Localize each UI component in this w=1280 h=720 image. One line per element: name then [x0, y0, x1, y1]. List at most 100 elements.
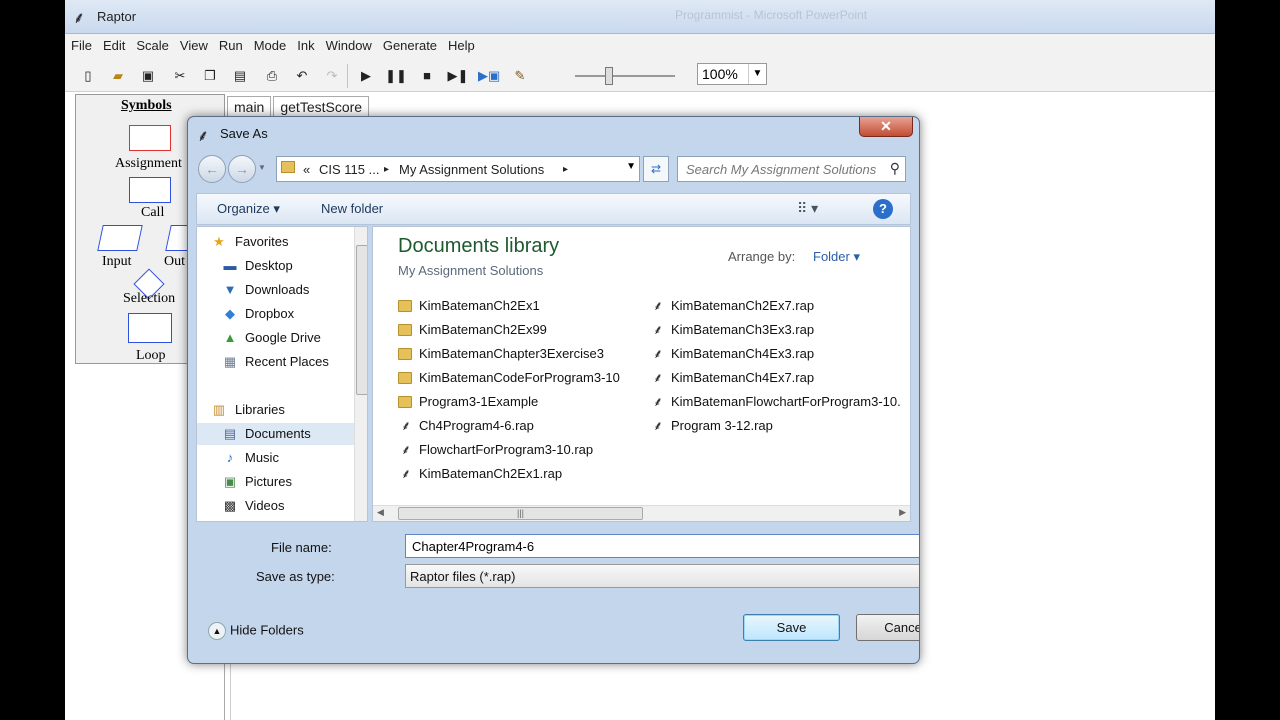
pen-icon[interactable]: ✎	[509, 65, 531, 87]
file-list-item[interactable]: KimBatemanCodeForProgram3-10	[398, 367, 658, 389]
breadcrumb-overflow[interactable]: «	[303, 162, 310, 177]
views-icon[interactable]: ⠿ ▾	[797, 200, 818, 217]
file-list-item[interactable]: ⸙ FlowchartForProgram3-10.rap	[398, 439, 658, 461]
background-window-title: Programmist - Microsoft PowerPoint	[675, 8, 868, 22]
videos-icon: ▩	[223, 498, 237, 513]
paste-icon[interactable]: ▤	[229, 65, 251, 87]
folder-icon	[398, 324, 412, 336]
loop-symbol[interactable]	[128, 313, 172, 343]
file-name: KimBatemanCh2Ex99	[419, 322, 547, 337]
nav-item-downloads[interactable]: ▼ Downloads	[197, 279, 357, 301]
chevron-down-icon[interactable]: ▼	[748, 64, 766, 84]
breadcrumb-separator[interactable]: ▸	[563, 164, 568, 175]
redo-icon[interactable]: ↷	[321, 65, 343, 87]
tab-gettestscore[interactable]: getTestScore	[273, 96, 370, 117]
new-folder-button[interactable]: New folder	[321, 201, 383, 216]
search-input[interactable]: Search My Assignment Solutions ⚲	[677, 156, 906, 182]
screen-border	[1215, 0, 1280, 720]
menu-edit[interactable]: Edit	[97, 34, 130, 53]
step-icon[interactable]: ▶❚	[447, 65, 469, 87]
file-list-item[interactable]: ⸙ KimBatemanCh3Ex3.rap	[650, 319, 905, 341]
nav-item-videos[interactable]: ▩ Videos	[197, 495, 357, 517]
menu-run[interactable]: Run	[213, 34, 248, 53]
file-list-item[interactable]: ⸙ KimBatemanCh4Ex7.rap	[650, 367, 905, 389]
file-list-item[interactable]: ⸙ KimBatemanCh2Ex1.rap	[398, 463, 658, 485]
run-icon[interactable]: ▶	[355, 65, 377, 87]
organize-button[interactable]: Organize ▾	[217, 201, 280, 217]
breadcrumb-my-assignment-solutions[interactable]: My Assignment Solutions	[399, 162, 544, 177]
menu-scale[interactable]: Scale	[130, 34, 174, 53]
tab-main[interactable]: main	[227, 96, 272, 117]
pause-icon[interactable]: ❚❚	[385, 65, 407, 87]
raptor-dialog-icon: ⸙	[197, 128, 210, 145]
file-name-value: Chapter4Program4-6	[412, 539, 535, 554]
menu-mode[interactable]: Mode	[248, 34, 292, 53]
nav-item-pictures[interactable]: ▣ Pictures	[197, 471, 357, 493]
breadcrumb-cis115[interactable]: CIS 115 ...	[319, 162, 379, 177]
menu-file[interactable]: File	[65, 34, 97, 53]
file-list-item[interactable]: KimBatemanChapter3Exercise3	[398, 343, 658, 365]
input-symbol[interactable]	[97, 225, 143, 251]
horizontal-scrollbar[interactable]: ◀ ||| ▶	[373, 505, 910, 521]
call-symbol[interactable]	[129, 177, 171, 203]
open-folder-icon[interactable]: ▰	[107, 65, 129, 87]
file-list-item[interactable]: KimBatemanCh2Ex99	[398, 319, 658, 341]
nav-item-desktop[interactable]: ▬ Desktop	[197, 255, 357, 277]
file-list-item[interactable]: Program3-1Example	[398, 391, 658, 413]
save-button[interactable]: Save	[743, 614, 840, 641]
nav-item-favorites[interactable]: ★ Favorites	[197, 231, 357, 253]
nav-item-libraries[interactable]: ▥ Libraries	[197, 399, 357, 421]
file-list-item[interactable]: ⸙ KimBatemanCh4Ex3.rap	[650, 343, 905, 365]
file-name-input[interactable]: Chapter4Program4-6 ▼	[405, 534, 919, 558]
help-icon[interactable]: ?	[873, 199, 893, 219]
stop-icon[interactable]: ■	[416, 65, 438, 87]
vertical-scrollbar[interactable]	[354, 227, 367, 521]
cut-icon[interactable]: ✂	[169, 65, 191, 87]
menu-ink[interactable]: Ink	[291, 34, 319, 53]
nav-item-recent-places[interactable]: ▦ Recent Places	[197, 351, 357, 373]
zoom-slider[interactable]	[565, 66, 685, 86]
new-file-icon[interactable]: ▯	[77, 65, 99, 87]
menu-window[interactable]: Window	[320, 34, 377, 53]
assignment-label: Assignment	[115, 156, 182, 171]
scroll-right-icon[interactable]: ▶	[899, 507, 906, 518]
assignment-symbol[interactable]	[129, 125, 171, 151]
nav-item-google-drive[interactable]: ▲ Google Drive	[197, 327, 357, 349]
menu-generate[interactable]: Generate	[377, 34, 442, 53]
undo-icon[interactable]: ↶	[291, 65, 313, 87]
scroll-thumb[interactable]: |||	[398, 507, 643, 520]
file-list-item[interactable]: KimBatemanCh2Ex1	[398, 295, 658, 317]
file-list-item[interactable]: ⸙ KimBatemanCh2Ex7.rap	[650, 295, 905, 317]
close-button[interactable]: ✕	[859, 117, 913, 137]
menu-view[interactable]: View	[174, 34, 213, 53]
save-as-type-select[interactable]: Raptor files (*.rap) ▼	[405, 564, 919, 588]
save-disk-icon[interactable]: ▣	[137, 65, 159, 87]
address-bar[interactable]: « CIS 115 ... ▸ My Assignment Solutions …	[276, 156, 640, 182]
forward-arrow-icon[interactable]: →	[228, 155, 256, 183]
print-icon[interactable]: ⎙	[261, 65, 283, 87]
copy-icon[interactable]: ❐	[199, 65, 221, 87]
nav-item-dropbox[interactable]: ◆ Dropbox	[197, 303, 357, 325]
scroll-left-icon[interactable]: ◀	[377, 507, 384, 518]
file-list-item[interactable]: ⸙ Program 3-12.rap	[650, 415, 905, 437]
chevron-down-icon[interactable]: ▼	[626, 161, 636, 172]
raptor-file-icon: ⸙	[653, 370, 663, 385]
back-arrow-icon[interactable]: ←	[198, 155, 226, 183]
folder-icon	[398, 300, 412, 312]
nav-item-music[interactable]: ♪ Music	[197, 447, 357, 469]
breadcrumb-separator[interactable]: ▸	[384, 164, 389, 175]
zoom-select[interactable]: 100% ▼	[697, 63, 767, 85]
history-chevron-icon[interactable]: ▼	[258, 163, 266, 172]
nav-item-documents[interactable]: ▤ Documents	[197, 423, 357, 445]
scroll-thumb[interactable]	[356, 245, 367, 395]
hide-folders-button[interactable]: ▲ Hide Folders	[208, 622, 304, 640]
step-into-icon[interactable]: ▶▣	[478, 65, 500, 87]
file-list-item[interactable]: ⸙ KimBatemanFlowchartForProgram3-10.	[650, 391, 905, 413]
refresh-icon[interactable]: ⇄	[643, 156, 669, 182]
arrange-by-select[interactable]: Folder ▾	[813, 249, 860, 265]
file-list-item[interactable]: ⸙ Ch4Program4-6.rap	[398, 415, 658, 437]
chevron-up-icon: ▲	[208, 622, 226, 640]
save-as-type-label: Save as type:	[256, 569, 335, 584]
cancel-button[interactable]: Cancel	[856, 614, 919, 641]
menu-help[interactable]: Help	[442, 34, 480, 53]
